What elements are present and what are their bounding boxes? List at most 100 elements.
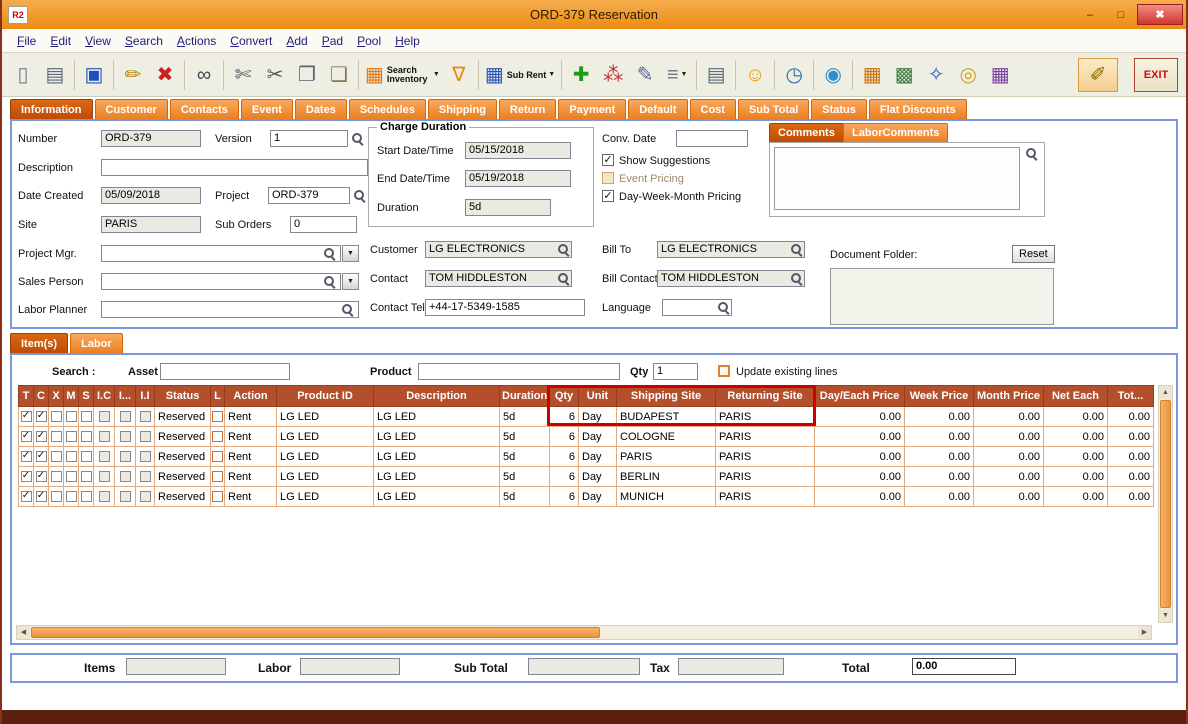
cell-month-price[interactable]: 0.00: [973, 466, 1044, 487]
tab-payment[interactable]: Payment: [558, 99, 627, 119]
update-existing-lines-checkbox[interactable]: [718, 365, 730, 377]
row-checkbox-cell[interactable]: [93, 406, 115, 427]
exit-button[interactable]: EXIT: [1134, 57, 1178, 92]
labor-planner-field[interactable]: [101, 301, 359, 318]
cell-description[interactable]: LG LED: [373, 426, 500, 447]
row-checkbox[interactable]: [65, 411, 77, 423]
bill-to-search-icon[interactable]: [790, 243, 804, 257]
cell-unit[interactable]: Day: [578, 446, 617, 467]
cell-month-price[interactable]: 0.00: [973, 426, 1044, 447]
col-status[interactable]: Status: [154, 385, 211, 407]
show-suggestions-checkbox[interactable]: [602, 154, 614, 166]
site-field[interactable]: PARIS: [101, 216, 201, 233]
cell-product-id[interactable]: LG LED: [276, 426, 374, 447]
row-checkbox-cell[interactable]: [114, 466, 136, 487]
row-checkbox[interactable]: [65, 431, 77, 443]
row-checkbox-cell[interactable]: [63, 446, 79, 467]
row-checkbox[interactable]: [139, 411, 151, 423]
table-row[interactable]: ReservedRentLG LEDLG LED5d6DayPARISPARIS…: [18, 446, 1154, 467]
cell-week-price[interactable]: 0.00: [904, 406, 974, 427]
col-net-each[interactable]: Net Each: [1043, 385, 1108, 407]
row-checkbox[interactable]: [119, 471, 131, 483]
row-checkbox-cell[interactable]: [93, 466, 115, 487]
sub-rent-button[interactable]: ▦ Sub Rent ▼: [482, 57, 558, 93]
row-checkbox[interactable]: [139, 431, 151, 443]
cell-week-price[interactable]: 0.00: [904, 426, 974, 447]
cell-description[interactable]: LG LED: [373, 406, 500, 427]
cell-description[interactable]: LG LED: [373, 446, 500, 467]
row-checkbox[interactable]: [98, 471, 110, 483]
date-created-field[interactable]: 05/09/2018: [101, 187, 201, 204]
row-checkbox-cell[interactable]: [33, 406, 49, 427]
row-checkbox-cell[interactable]: [33, 446, 49, 467]
tab-contacts[interactable]: Contacts: [169, 99, 239, 119]
cell-shipping-site[interactable]: BERLIN: [616, 466, 716, 487]
vertical-scroll-thumb[interactable]: [1160, 400, 1171, 608]
cell-status[interactable]: Reserved: [154, 406, 211, 427]
row-checkbox[interactable]: [20, 491, 32, 503]
col-c[interactable]: C: [33, 385, 49, 407]
row-checkbox[interactable]: [50, 411, 62, 423]
row-checkbox-cell[interactable]: [33, 466, 49, 487]
row-checkbox-cell[interactable]: [18, 446, 34, 467]
row-checkbox-cell[interactable]: [135, 466, 155, 487]
asset-input[interactable]: [160, 363, 290, 380]
col-shipping-site[interactable]: Shipping Site: [616, 385, 716, 407]
col-action[interactable]: Action: [224, 385, 277, 407]
scroll-down-icon[interactable]: [1159, 609, 1172, 622]
group-items-icon[interactable]: ⁂: [597, 57, 629, 93]
cell-tot[interactable]: 0.00: [1107, 406, 1154, 427]
coins-icon[interactable]: ◎: [952, 57, 984, 93]
l-checkbox[interactable]: [212, 471, 223, 483]
table-row[interactable]: ReservedRentLG LEDLG LED5d6DayBUDAPESTPA…: [18, 406, 1154, 427]
vertical-scrollbar[interactable]: [1158, 385, 1173, 623]
cell-tot[interactable]: 0.00: [1107, 466, 1154, 487]
col-x[interactable]: X: [48, 385, 64, 407]
row-checkbox-cell[interactable]: [135, 406, 155, 427]
cube-stack-icon[interactable]: ▦: [856, 57, 888, 93]
start-date-field[interactable]: 05/15/2018: [465, 142, 571, 159]
tab-information[interactable]: Information: [10, 99, 93, 119]
menu-pool[interactable]: Pool: [350, 31, 388, 51]
row-checkbox[interactable]: [98, 451, 110, 463]
row-checkbox-cell[interactable]: [93, 446, 115, 467]
tab-dates[interactable]: Dates: [294, 99, 347, 119]
scroll-left-icon[interactable]: [17, 626, 30, 639]
row-checkbox[interactable]: [98, 491, 110, 503]
cell-net-each[interactable]: 0.00: [1043, 486, 1108, 507]
row-checkbox[interactable]: [119, 411, 131, 423]
row-checkbox-cell[interactable]: [78, 406, 94, 427]
cell-unit[interactable]: Day: [578, 426, 617, 447]
cell-status[interactable]: Reserved: [154, 466, 211, 487]
cell-week-price[interactable]: 0.00: [904, 486, 974, 507]
l-checkbox[interactable]: [212, 451, 223, 463]
cell-action[interactable]: Rent: [224, 466, 277, 487]
print-preview-icon[interactable]: ▤: [700, 57, 732, 93]
row-checkbox[interactable]: [35, 431, 47, 443]
row-checkbox[interactable]: [50, 471, 62, 483]
row-checkbox-cell[interactable]: [18, 406, 34, 427]
cell-shipping-site[interactable]: BUDAPEST: [616, 406, 716, 427]
row-checkbox[interactable]: [119, 491, 131, 503]
chevron-down-icon[interactable]: ▼: [681, 71, 688, 78]
minimize-button[interactable]: –: [1075, 4, 1105, 25]
row-checkbox[interactable]: [80, 451, 92, 463]
project-mgr-search-icon[interactable]: [323, 247, 337, 261]
tab-cost[interactable]: Cost: [689, 99, 736, 119]
description-field[interactable]: [101, 159, 368, 176]
cards-stack-icon[interactable]: ≡ ▼: [661, 57, 693, 93]
row-checkbox-cell[interactable]: [48, 446, 64, 467]
chevron-down-icon[interactable]: ▼: [433, 71, 440, 78]
scroll-up-icon[interactable]: [1159, 386, 1172, 399]
cell-qty[interactable]: 6: [549, 426, 579, 447]
col-t[interactable]: T: [18, 385, 34, 407]
row-checkbox[interactable]: [98, 431, 110, 443]
print-icon[interactable]: ▤: [39, 57, 71, 93]
row-checkbox[interactable]: [35, 411, 47, 423]
conv-date-field[interactable]: [676, 130, 748, 147]
maximize-button[interactable]: □: [1106, 4, 1136, 25]
cell-net-each[interactable]: 0.00: [1043, 466, 1108, 487]
paste-icon[interactable]: ❏: [323, 57, 355, 93]
add-icon[interactable]: ✚: [565, 57, 597, 93]
row-checkbox[interactable]: [65, 451, 77, 463]
